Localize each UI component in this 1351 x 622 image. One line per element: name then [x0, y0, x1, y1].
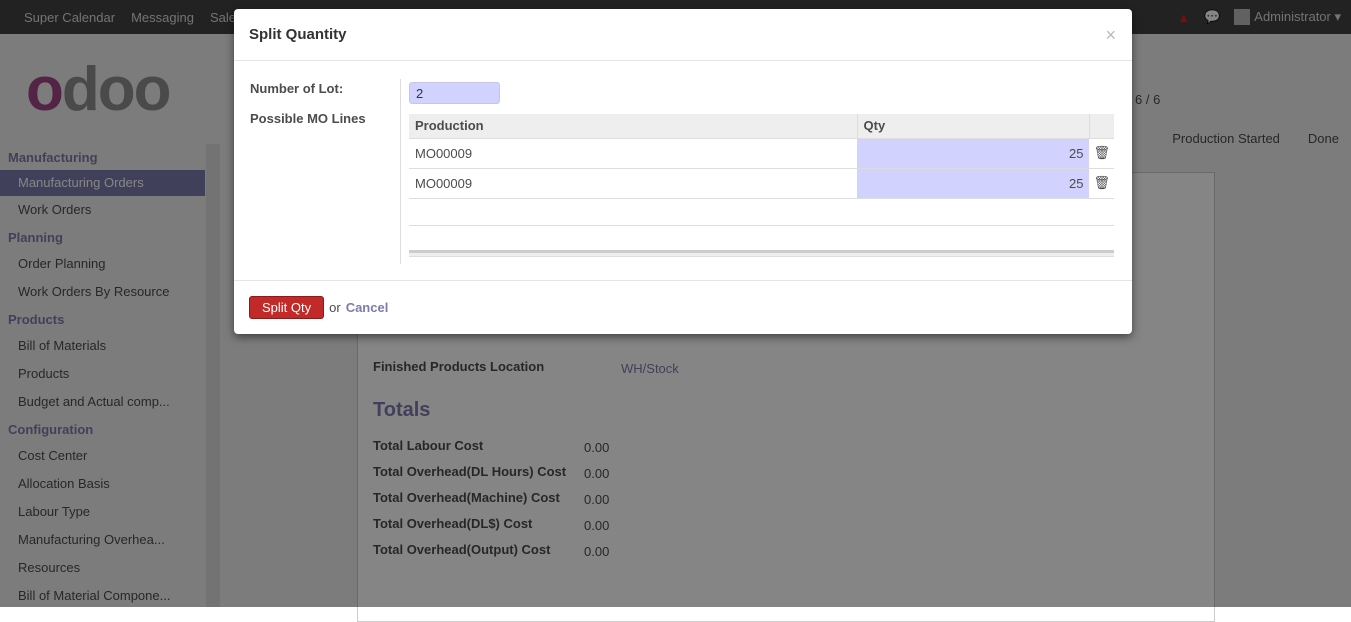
- table-row[interactable]: MO00009 25 🗑: [409, 138, 1114, 169]
- or-text: or: [329, 300, 341, 315]
- mo-lines-table: Production Qty MO00009 25 🗑 MO00009 25 🗑: [409, 114, 1114, 257]
- cancel-link[interactable]: Cancel: [346, 300, 389, 315]
- trash-icon[interactable]: 🗑: [1089, 168, 1114, 199]
- divider: [400, 79, 401, 264]
- lot-label: Number of Lot:: [250, 81, 344, 96]
- trash-icon[interactable]: 🗑: [1089, 138, 1114, 169]
- close-icon[interactable]: ×: [1105, 25, 1116, 46]
- column-qty[interactable]: Qty: [856, 114, 1090, 139]
- dialog-title: Split Quantity: [234, 9, 1132, 61]
- dialog-footer: Split Qty or Cancel: [234, 280, 1132, 334]
- mo-lines-label: Possible MO Lines: [250, 111, 366, 126]
- split-quantity-dialog: Split Quantity × Number of Lot: Possible…: [234, 9, 1132, 334]
- split-qty-button[interactable]: Split Qty: [249, 296, 325, 319]
- column-production[interactable]: Production: [409, 114, 857, 139]
- lot-input[interactable]: 2: [409, 82, 500, 104]
- table-row[interactable]: MO00009 25 🗑: [409, 168, 1114, 199]
- qty-input[interactable]: 25: [857, 168, 1090, 199]
- qty-input[interactable]: 25: [857, 138, 1090, 169]
